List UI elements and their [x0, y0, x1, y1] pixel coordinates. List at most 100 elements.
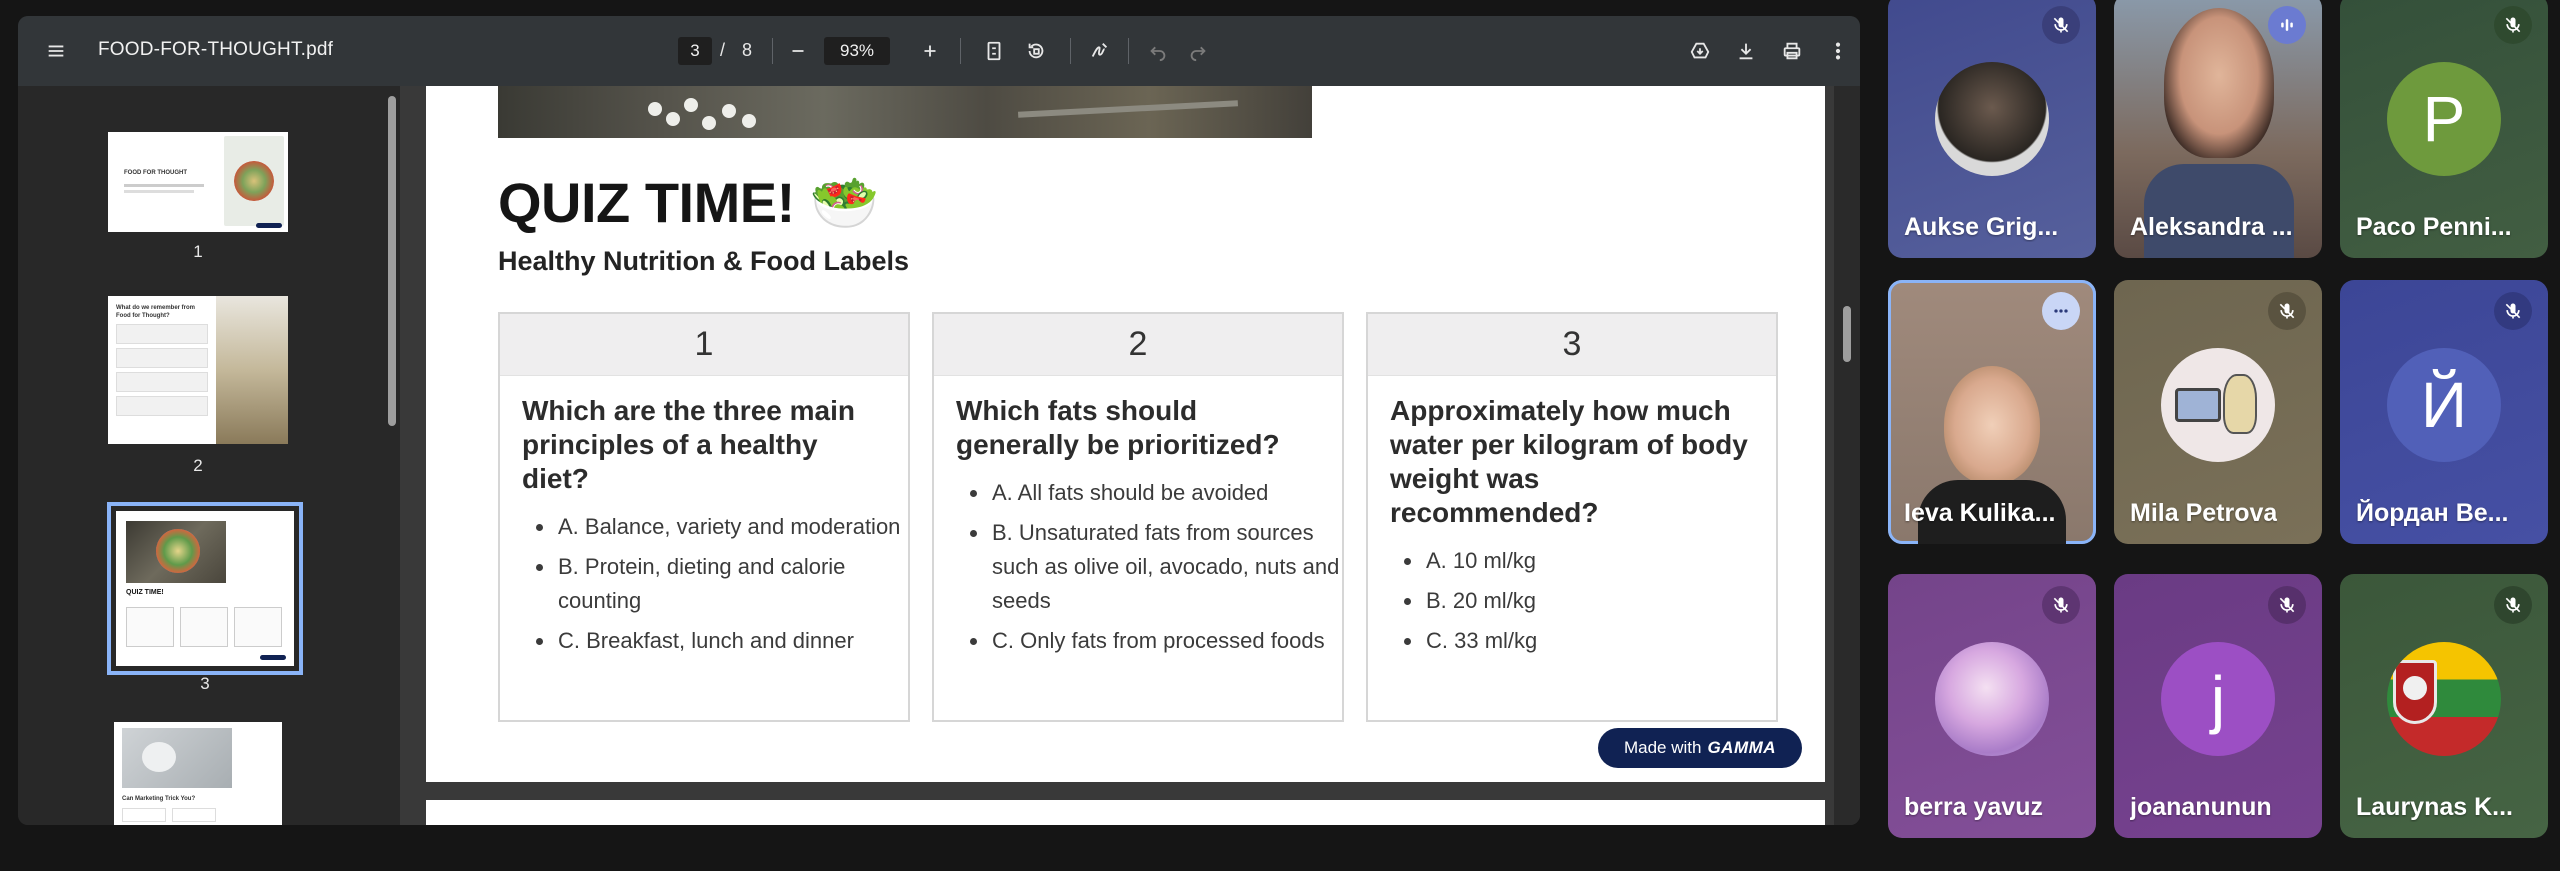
card-option: B. 20 ml/kg	[1424, 584, 1776, 618]
toolbar-divider	[960, 38, 961, 64]
badge-brand: GAMMA	[1707, 738, 1777, 757]
thumbnail-box	[122, 808, 166, 822]
thumbnail-box	[234, 607, 282, 647]
thumbnail-number: 1	[193, 242, 203, 261]
flag-avatar	[2387, 642, 2501, 756]
zoom-level-input[interactable]: 93%	[824, 37, 890, 65]
avatar	[1935, 642, 2049, 756]
total-pages: 8	[742, 40, 753, 60]
participant-tile[interactable]: Й Йордан Ве...	[2340, 280, 2548, 544]
photo-detail	[722, 104, 736, 118]
quiz-card-2: 2 Which fats should generally be priorit…	[932, 312, 1344, 722]
thumbnail-image	[126, 521, 226, 583]
thumbnail-page-3[interactable]: QUIZ TIME!	[107, 502, 303, 675]
pdf-page-3: QUIZ TIME! 🥗 Healthy Nutrition & Food La…	[426, 86, 1825, 782]
avatar: j	[2161, 642, 2275, 756]
participant-name: Ieva Kulika...	[1904, 499, 2056, 527]
thumbnail-box	[116, 348, 208, 368]
annotate-icon[interactable]	[1082, 33, 1118, 69]
quiz-card-1: 1 Which are the three main principles of…	[498, 312, 910, 722]
thumbnail-box	[116, 324, 208, 344]
participant-tile[interactable]: Mila Petrova	[2114, 280, 2322, 544]
page-viewport: QUIZ TIME! 🥗 Healthy Nutrition & Food La…	[400, 86, 1860, 825]
avatar: P	[2387, 62, 2501, 176]
thumbnail-title: FOOD FOR THOUGHT	[124, 170, 187, 176]
participant-tile[interactable]: Aukse Grig...	[1888, 0, 2096, 258]
sidebar-scrollbar[interactable]	[384, 86, 400, 825]
photo-detail	[742, 114, 756, 128]
card-question: Which fats should generally be prioritiz…	[956, 395, 1280, 460]
thumbnail-text-line	[124, 190, 194, 193]
thumbnail-page-4[interactable]: Can Marketing Trick You?	[114, 722, 282, 825]
thumbnail-title: QUIZ TIME!	[126, 589, 164, 596]
thumbnail-sidebar: FOOD FOR THOUGHT 1 What do we remember f…	[18, 86, 384, 825]
more-options-icon[interactable]	[2042, 292, 2080, 330]
card-options: A. 10 ml/kg B. 20 ml/kg C. 33 ml/kg	[1424, 544, 1776, 658]
undo-icon[interactable]	[1140, 33, 1176, 69]
participant-name: Paco Penni...	[2356, 213, 2512, 241]
page-scrollbar-thumb[interactable]	[1843, 306, 1851, 362]
photo-detail	[702, 116, 716, 130]
card-number: 1	[500, 314, 908, 376]
rotate-icon[interactable]	[1018, 33, 1054, 69]
mic-off-icon	[2494, 586, 2532, 624]
participant-name: Aleksandra ...	[2130, 213, 2293, 241]
page-scrollbar[interactable]	[1834, 86, 1860, 825]
card-question: Approximately how much water per kilogra…	[1390, 395, 1748, 528]
menu-icon[interactable]	[38, 33, 74, 69]
page-separator: /	[720, 40, 726, 60]
photo-detail	[648, 102, 662, 116]
thumbnail-box	[172, 808, 216, 822]
save-to-drive-icon[interactable]	[1682, 33, 1718, 69]
participant-name: joananunun	[2130, 793, 2272, 821]
card-option: C. Only fats from processed foods	[990, 624, 1342, 658]
sidebar-scrollbar-thumb[interactable]	[388, 96, 396, 426]
participant-tile[interactable]: Laurynas K...	[2340, 574, 2548, 838]
participant-tile[interactable]: j joananunun	[2114, 574, 2322, 838]
participant-name: berra yavuz	[1904, 793, 2043, 821]
thumbnail-badge	[256, 223, 282, 228]
made-with-gamma-badge[interactable]: Made with GAMMA	[1598, 728, 1802, 768]
download-icon[interactable]	[1728, 33, 1764, 69]
thumbnail-box	[116, 372, 208, 392]
pdf-viewer-window: FOOD-FOR-THOUGHT.pdf 3 / 8 93% FOOD FOR …	[18, 16, 1860, 825]
photo-detail	[1017, 100, 1239, 118]
fit-page-icon[interactable]	[976, 33, 1012, 69]
mic-off-icon	[2268, 586, 2306, 624]
avatar: Й	[2387, 348, 2501, 462]
card-option: A. Balance, variety and moderation	[556, 510, 908, 544]
thumbnail-text-line	[124, 184, 204, 187]
print-icon[interactable]	[1774, 33, 1810, 69]
mic-off-icon	[2494, 292, 2532, 330]
card-option: A. All fats should be avoided	[990, 476, 1342, 510]
participant-tile-pinned[interactable]: Ieva Kulika...	[1888, 280, 2096, 544]
avatar	[1935, 62, 2049, 176]
participant-name: Aukse Grig...	[1904, 213, 2059, 241]
thumbnail-page-2[interactable]: What do we remember from Food for Though…	[108, 296, 288, 444]
zoom-in-button[interactable]	[912, 33, 948, 69]
card-number: 2	[934, 314, 1342, 376]
thumbnail-image	[216, 296, 288, 444]
photo-detail	[666, 112, 680, 126]
more-options-icon[interactable]	[1820, 33, 1856, 69]
participant-tile[interactable]: P Paco Penni...	[2340, 0, 2548, 258]
thumbnail-badge	[260, 655, 286, 660]
card-options: A. All fats should be avoided B. Unsatur…	[990, 476, 1342, 658]
thumbnail-page-1[interactable]: FOOD FOR THOUGHT	[108, 132, 288, 232]
video-feed	[1944, 366, 2040, 484]
card-option: C. 33 ml/kg	[1424, 624, 1776, 658]
thumbnail-box	[116, 396, 208, 416]
card-options: A. Balance, variety and moderation B. Pr…	[556, 510, 908, 658]
thumbnail-number: 2	[193, 456, 203, 475]
thumbnail-image	[122, 728, 232, 788]
card-option: C. Breakfast, lunch and dinner	[556, 624, 908, 658]
page-number-input[interactable]: 3	[678, 37, 712, 65]
participant-tile[interactable]: berra yavuz	[1888, 574, 2096, 838]
zoom-out-button[interactable]	[780, 33, 816, 69]
participant-tile[interactable]: Aleksandra ...	[2114, 0, 2322, 258]
thumbnail-image	[224, 136, 284, 226]
card-option: B. Protein, dieting and calorie counting	[556, 550, 908, 618]
redo-icon[interactable]	[1180, 33, 1216, 69]
thumbnail-box	[180, 607, 228, 647]
mic-off-icon	[2268, 292, 2306, 330]
